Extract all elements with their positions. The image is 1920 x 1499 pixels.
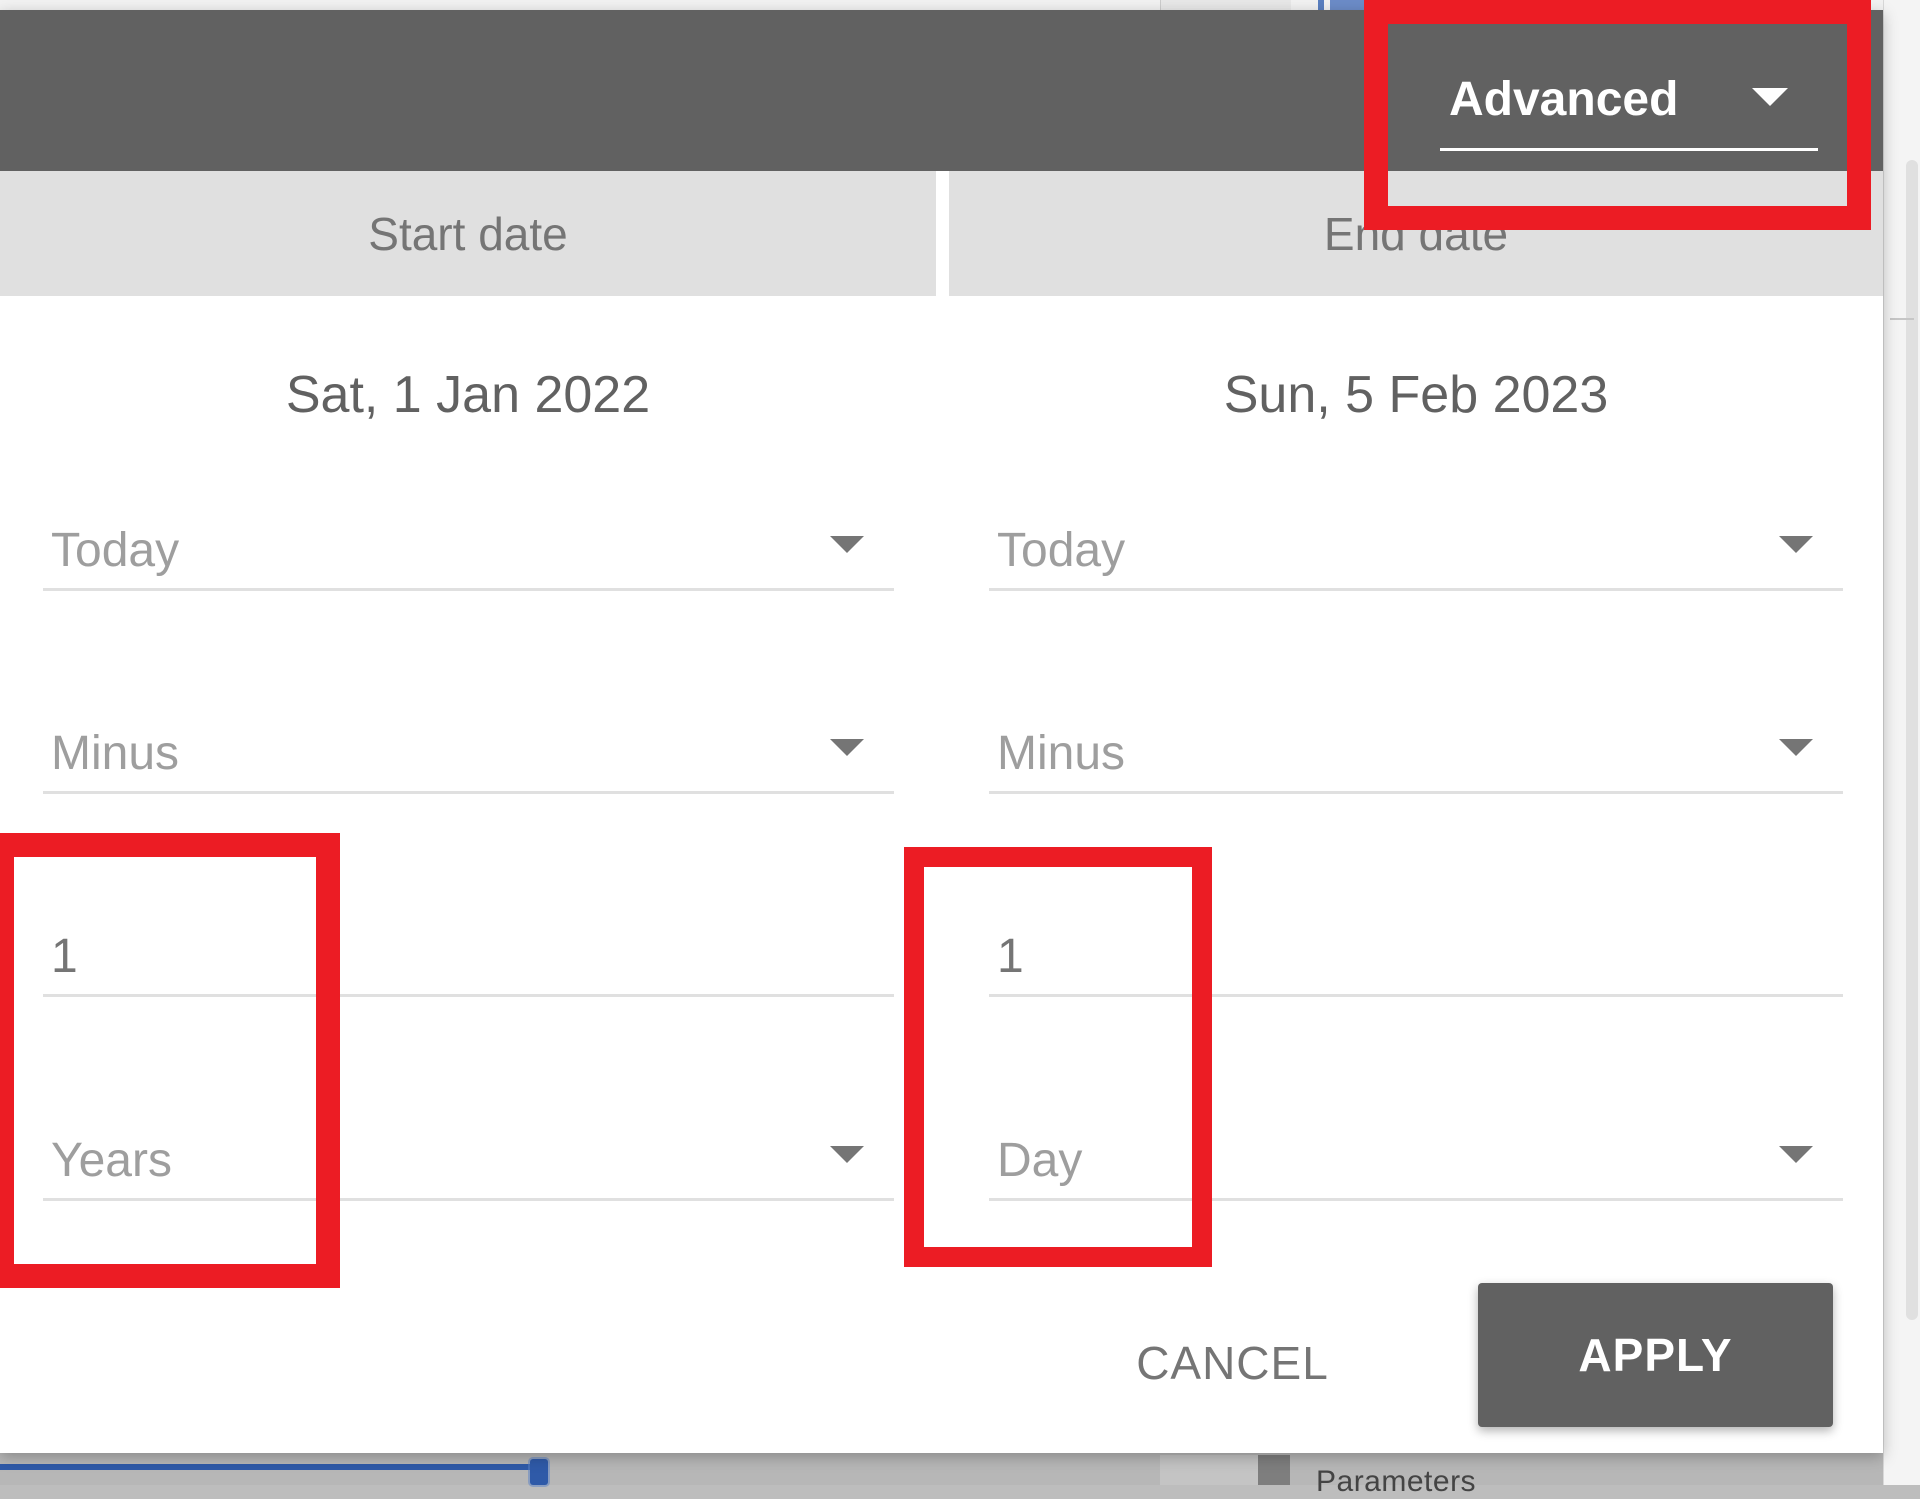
- end-unit-select[interactable]: Day: [989, 1128, 1843, 1201]
- background-bottom-area: Parameters: [0, 1453, 1883, 1498]
- end-amount-input[interactable]: 1: [989, 924, 1843, 997]
- cancel-button[interactable]: CANCEL: [1110, 1300, 1355, 1426]
- end-amount-value: 1: [997, 930, 1024, 983]
- end-date-value: Sun, 5 Feb 2023: [1223, 366, 1609, 424]
- start-operator-value: Minus: [51, 727, 180, 780]
- start-anchor-select[interactable]: Today: [43, 518, 894, 591]
- parameters-section-label: Parameters: [1316, 1465, 1477, 1498]
- dialog-header: Advanced: [0, 10, 1883, 171]
- apply-button[interactable]: APPLY: [1478, 1283, 1833, 1427]
- end-operator-select[interactable]: Minus: [989, 721, 1843, 794]
- date-range-dialog: Advanced Start date End date Sat, 1 Jan …: [0, 10, 1883, 1453]
- end-anchor-select[interactable]: Today: [989, 518, 1843, 591]
- end-date-header: End date: [949, 171, 1883, 296]
- start-anchor-value: Today: [51, 524, 180, 577]
- date-mode-value: Advanced: [1449, 73, 1679, 126]
- background-tab: [1160, 0, 1291, 10]
- background-top-strip: [0, 0, 1920, 10]
- chevron-down-icon: [1779, 1146, 1813, 1163]
- start-date-value: Sat, 1 Jan 2022: [285, 366, 651, 424]
- chevron-down-icon: [1752, 88, 1788, 106]
- chevron-down-icon: [1779, 536, 1813, 553]
- slider-track[interactable]: [0, 1464, 530, 1470]
- start-date-header: Start date: [0, 171, 936, 296]
- chevron-down-icon: [830, 536, 864, 553]
- panel-tab: [1160, 1455, 1258, 1485]
- end-anchor-value: Today: [997, 524, 1126, 577]
- background-accent: [1318, 0, 1324, 10]
- end-operator-value: Minus: [997, 727, 1126, 780]
- start-amount-input[interactable]: 1: [43, 924, 894, 997]
- start-unit-value: Years: [51, 1134, 172, 1187]
- scrollbar[interactable]: [1906, 160, 1918, 1320]
- start-unit-select[interactable]: Years: [43, 1128, 894, 1201]
- background-right-panel: [1883, 0, 1920, 1485]
- chevron-down-icon: [1779, 739, 1813, 756]
- slider-handle[interactable]: [530, 1459, 548, 1485]
- end-unit-value: Day: [997, 1134, 1083, 1187]
- date-mode-select[interactable]: Advanced: [1440, 50, 1818, 151]
- chevron-down-icon: [830, 739, 864, 756]
- start-operator-select[interactable]: Minus: [43, 721, 894, 794]
- start-amount-value: 1: [51, 930, 78, 983]
- divider: [1890, 318, 1914, 320]
- background-accent: [1330, 0, 1364, 10]
- panel-tab-marker: [1258, 1455, 1290, 1485]
- chevron-down-icon: [830, 1146, 864, 1163]
